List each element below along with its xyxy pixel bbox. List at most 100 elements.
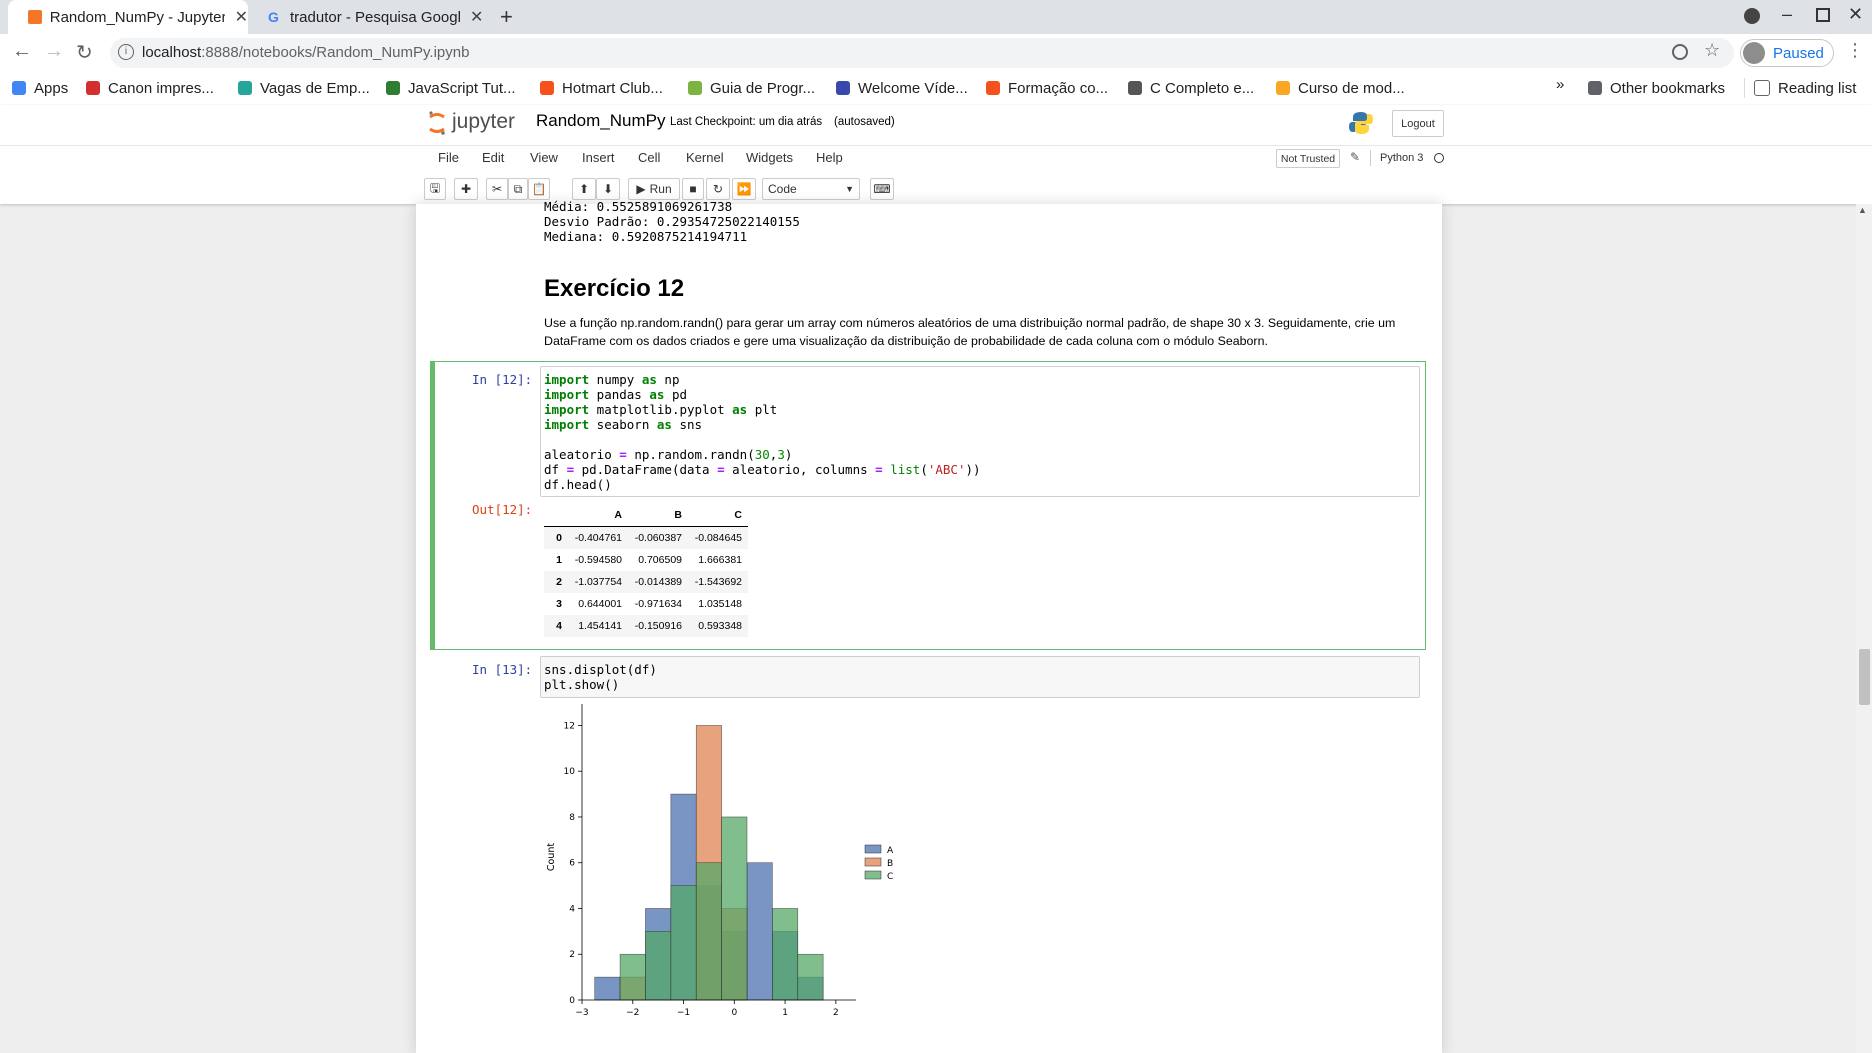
close-icon[interactable]: ✕ bbox=[470, 7, 483, 27]
reload-icon[interactable]: ↻ bbox=[76, 40, 93, 65]
window-close-icon[interactable]: ✕ bbox=[1848, 4, 1863, 25]
table-row: 3 0.644001 -0.971634 1.035148 bbox=[544, 593, 748, 615]
bookmark-item[interactable]: JavaScript Tut... bbox=[386, 76, 516, 100]
menu-edit[interactable]: Edit bbox=[482, 150, 504, 165]
menu-help[interactable]: Help bbox=[816, 150, 843, 165]
menu-insert[interactable]: Insert bbox=[582, 150, 615, 165]
url-host: localhost bbox=[142, 44, 202, 61]
notebook-name[interactable]: Random_NumPy bbox=[536, 111, 665, 131]
url-text[interactable]: localhost:8888/notebooks/Random_NumPy.ip… bbox=[142, 44, 469, 61]
bookmark-item[interactable]: C Completo e... bbox=[1128, 76, 1254, 100]
table-row: 0 -0.404761 -0.060387 -0.084645 bbox=[544, 526, 748, 549]
zoom-icon[interactable] bbox=[1672, 44, 1688, 60]
close-icon[interactable]: ✕ bbox=[235, 7, 248, 27]
code-editor[interactable] bbox=[540, 656, 1420, 698]
folder-icon bbox=[1276, 81, 1290, 95]
bookmark-item[interactable]: Curso de mod... bbox=[1276, 76, 1405, 100]
histogram-bar-a bbox=[594, 976, 621, 1001]
menu-cell[interactable]: Cell bbox=[638, 150, 660, 165]
logout-button[interactable]: Logout bbox=[1392, 110, 1444, 137]
star-icon[interactable]: ☆ bbox=[1704, 40, 1720, 61]
table-row: 1 -0.594580 0.706509 1.666381 bbox=[544, 549, 748, 571]
y-tick-label: 12 bbox=[564, 721, 575, 731]
minimize-icon[interactable]: – bbox=[1782, 4, 1792, 25]
code-text[interactable]: sns.displot(df) plt.show() bbox=[544, 662, 657, 692]
menu-view[interactable]: View bbox=[530, 150, 558, 165]
scrollbar-thumb[interactable] bbox=[1859, 649, 1870, 705]
table-cell: 0.593348 bbox=[698, 620, 742, 632]
histogram-bar-c bbox=[695, 862, 722, 1001]
histogram-bar-c bbox=[645, 931, 672, 1001]
menu-widgets[interactable]: Widgets bbox=[746, 150, 793, 165]
row-index: 4 bbox=[556, 620, 562, 632]
row-index: 2 bbox=[556, 576, 562, 588]
table-row: 2 -1.037754 -0.014389 -1.543692 bbox=[544, 571, 748, 593]
bookmark-item[interactable]: Apps bbox=[12, 76, 68, 100]
bookmark-item[interactable]: Canon impres... bbox=[86, 76, 214, 100]
table-cell: 0.644001 bbox=[578, 598, 622, 610]
apps-grid-icon bbox=[12, 81, 26, 95]
output-line: Desvio Padrão: 0.29354725022140155 bbox=[544, 214, 800, 229]
bookmark-item[interactable]: Vagas de Emp... bbox=[238, 76, 370, 100]
histogram-chart: −3 −2 −1 0 1 2024681012Count ABC bbox=[546, 704, 894, 1018]
forward-arrow-icon[interactable]: → bbox=[44, 40, 64, 63]
profile-button[interactable]: Paused bbox=[1740, 39, 1834, 67]
table-cell: 1.666381 bbox=[698, 554, 742, 566]
back-arrow-icon[interactable]: ← bbox=[12, 40, 32, 63]
output-prompt: Out[12]: bbox=[472, 502, 533, 517]
tab-search-icon[interactable] bbox=[1744, 8, 1760, 24]
row-index: 1 bbox=[556, 554, 562, 566]
legend-label: B bbox=[887, 859, 893, 869]
kebab-menu-icon[interactable]: ⋮ bbox=[1846, 40, 1864, 61]
kernel-idle-icon bbox=[1434, 153, 1444, 163]
reading-list-icon bbox=[1754, 80, 1770, 96]
new-tab-plus-icon[interactable]: + bbox=[500, 4, 513, 30]
url-path: :8888/notebooks/Random_NumPy.ipynb bbox=[201, 44, 470, 61]
bookmark-item[interactable]: Formação co... bbox=[986, 76, 1108, 100]
reading-list-button[interactable]: Reading list bbox=[1754, 76, 1856, 100]
bookmark-label: Apps bbox=[34, 79, 69, 97]
output-line: Mediana: 0.5920875214194711 bbox=[544, 229, 748, 242]
jupyter-logo-icon[interactable] bbox=[428, 110, 446, 136]
bookmark-label: Hotmart Club... bbox=[562, 79, 663, 97]
column-header: A bbox=[568, 504, 628, 527]
exercise-heading: Exercício 12 bbox=[544, 275, 685, 302]
bookmark-label: Vagas de Emp... bbox=[260, 79, 370, 97]
y-tick-label: 4 bbox=[569, 904, 575, 914]
trust-indicator[interactable]: Not Trusted bbox=[1276, 149, 1340, 168]
reading-list-label: Reading list bbox=[1778, 79, 1857, 97]
menu-file[interactable]: File bbox=[438, 150, 459, 165]
scroll-up-arrow-icon[interactable]: ▲ bbox=[1858, 205, 1867, 215]
histogram-bar-c bbox=[797, 953, 824, 1001]
autosave-status: (autosaved) bbox=[834, 116, 895, 128]
bookmark-label: Formação co... bbox=[1008, 79, 1109, 97]
tab-google[interactable]: G tradutor - Pesquisa Google ✕ bbox=[248, 0, 484, 34]
column-header: B bbox=[628, 504, 688, 527]
tab-jupyter[interactable]: Random_NumPy - Jupyter Notebook ✕ bbox=[8, 0, 248, 34]
x-tick-label: 0 bbox=[731, 1008, 737, 1018]
table-cell: -0.594580 bbox=[574, 554, 622, 566]
histogram-bar-a bbox=[746, 862, 773, 1001]
info-icon[interactable]: i bbox=[118, 44, 134, 60]
y-tick-label: 0 bbox=[569, 996, 575, 1006]
kernel-divider bbox=[1370, 150, 1371, 166]
bookmark-label: Canon impres... bbox=[108, 79, 214, 97]
bookmark-label: Guia de Progr... bbox=[710, 79, 816, 97]
row-index: 0 bbox=[556, 532, 562, 544]
other-bookmarks-folder[interactable]: Other bookmarks bbox=[1588, 76, 1725, 100]
bookmarks-overflow-button[interactable]: » bbox=[1556, 76, 1564, 93]
scrollbar[interactable] bbox=[1856, 204, 1872, 1053]
bookmark-item[interactable]: Hotmart Club... bbox=[540, 76, 663, 100]
previous-cell-output: Média: 0.5525891069261738 Desvio Padrão:… bbox=[544, 199, 1144, 242]
profile-status: Paused bbox=[1773, 44, 1824, 62]
bookmark-item[interactable]: Guia de Progr... bbox=[688, 76, 815, 100]
legend-swatch bbox=[864, 857, 882, 867]
bookmark-item[interactable]: Welcome Víde... bbox=[836, 76, 968, 100]
restore-icon[interactable] bbox=[1816, 8, 1830, 22]
edit-pencil-icon[interactable]: ✎ bbox=[1350, 150, 1360, 164]
histogram-bar-c bbox=[772, 908, 799, 1001]
menu-kernel[interactable]: Kernel bbox=[686, 150, 724, 165]
legend-swatch bbox=[864, 870, 882, 880]
jupyter-logo-text[interactable]: jupyter bbox=[452, 110, 515, 134]
code-text[interactable]: import numpy as np import pandas as pd i… bbox=[544, 372, 981, 492]
